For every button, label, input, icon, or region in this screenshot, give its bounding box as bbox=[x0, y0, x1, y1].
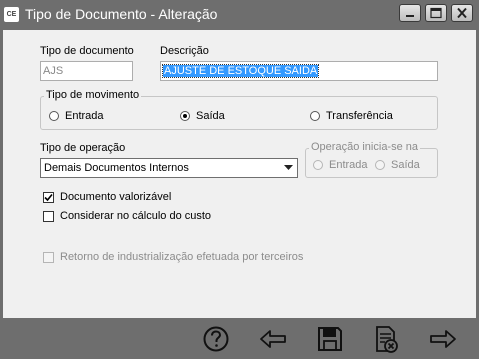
bottom-toolbar bbox=[0, 318, 479, 359]
radio-saida-label: Saída bbox=[196, 110, 225, 122]
checkmark-icon bbox=[44, 193, 53, 201]
tipo-documento-field[interactable]: AJS bbox=[40, 61, 133, 81]
radio-inicia-saida-button[interactable] bbox=[375, 160, 385, 170]
descricao-field[interactable]: AJUSTE DE ESTOQUE SAIDA bbox=[160, 61, 438, 81]
tipo-operacao-label: Tipo de operação bbox=[40, 142, 126, 154]
radio-inicia-entrada[interactable]: Entrada bbox=[313, 159, 368, 171]
documento-valorizavel-box[interactable] bbox=[43, 191, 54, 203]
close-button[interactable] bbox=[451, 4, 473, 22]
chevron-down-icon[interactable] bbox=[284, 165, 293, 171]
operacao-inicia-group: Operação inicia-se na Entrada Saída bbox=[305, 141, 438, 178]
radio-entrada-button[interactable] bbox=[49, 111, 59, 121]
retorno-industrializacao-checkbox[interactable]: Retorno de industrialização efetuada por… bbox=[43, 251, 303, 263]
maximize-button[interactable] bbox=[425, 4, 447, 22]
close-icon bbox=[457, 7, 467, 19]
save-icon bbox=[318, 327, 342, 351]
radio-entrada[interactable]: Entrada bbox=[49, 110, 104, 122]
considerar-custo-label: Considerar no cálculo do custo bbox=[60, 210, 212, 222]
radio-transferencia-button[interactable] bbox=[310, 111, 320, 121]
documento-valorizavel-checkbox[interactable]: Documento valorizável bbox=[43, 191, 171, 203]
delete-document-icon bbox=[376, 326, 398, 353]
operacao-inicia-legend: Operação inicia-se na bbox=[309, 141, 421, 153]
radio-saida-button[interactable] bbox=[180, 111, 190, 121]
documento-valorizavel-label: Documento valorizável bbox=[60, 191, 172, 203]
radio-inicia-saida[interactable]: Saída bbox=[375, 159, 420, 171]
radio-transferencia[interactable]: Transferência bbox=[310, 110, 393, 122]
back-button[interactable] bbox=[258, 324, 288, 354]
window: CE Tipo de Documento - Alteração Tipo de… bbox=[0, 0, 479, 359]
descricao-label: Descrição bbox=[160, 45, 209, 57]
radio-transferencia-label: Transferência bbox=[326, 110, 393, 122]
help-button[interactable] bbox=[201, 324, 231, 354]
tipo-documento-label: Tipo de documento bbox=[40, 45, 134, 57]
forward-arrow-icon bbox=[430, 330, 456, 348]
radio-inicia-saida-label: Saída bbox=[391, 159, 420, 171]
radio-inicia-entrada-button[interactable] bbox=[313, 160, 323, 170]
radio-saida[interactable]: Saída bbox=[180, 110, 225, 122]
help-icon bbox=[203, 326, 229, 352]
title-bar[interactable]: CE Tipo de Documento - Alteração bbox=[0, 0, 479, 30]
window-title: Tipo de Documento - Alteração bbox=[25, 6, 218, 22]
considerar-custo-checkbox[interactable]: Considerar no cálculo do custo bbox=[43, 210, 211, 222]
app-icon[interactable]: CE bbox=[4, 7, 19, 22]
considerar-custo-box[interactable] bbox=[43, 210, 54, 222]
tipo-movimento-group: Tipo de movimento Entrada Saída Transfer… bbox=[40, 89, 438, 130]
forward-button[interactable] bbox=[428, 324, 458, 354]
save-button[interactable] bbox=[315, 324, 345, 354]
descricao-value: AJUSTE DE ESTOQUE SAIDA bbox=[161, 64, 320, 78]
tipo-operacao-value: Demais Documentos Internos bbox=[44, 162, 189, 174]
delete-button[interactable] bbox=[371, 324, 401, 354]
minimize-button[interactable] bbox=[399, 4, 421, 22]
maximize-icon bbox=[430, 7, 442, 19]
back-arrow-icon bbox=[260, 330, 286, 348]
minimize-icon bbox=[406, 15, 414, 17]
tipo-movimento-legend: Tipo de movimento bbox=[44, 89, 142, 101]
form-area: Tipo de documento AJS Descrição AJUSTE D… bbox=[3, 30, 476, 318]
radio-entrada-label: Entrada bbox=[65, 110, 104, 122]
retorno-industrializacao-box[interactable] bbox=[43, 251, 54, 263]
retorno-industrializacao-label: Retorno de industrialização efetuada por… bbox=[60, 251, 304, 263]
tipo-operacao-select[interactable]: Demais Documentos Internos bbox=[40, 158, 298, 178]
radio-inicia-entrada-label: Entrada bbox=[329, 159, 368, 171]
